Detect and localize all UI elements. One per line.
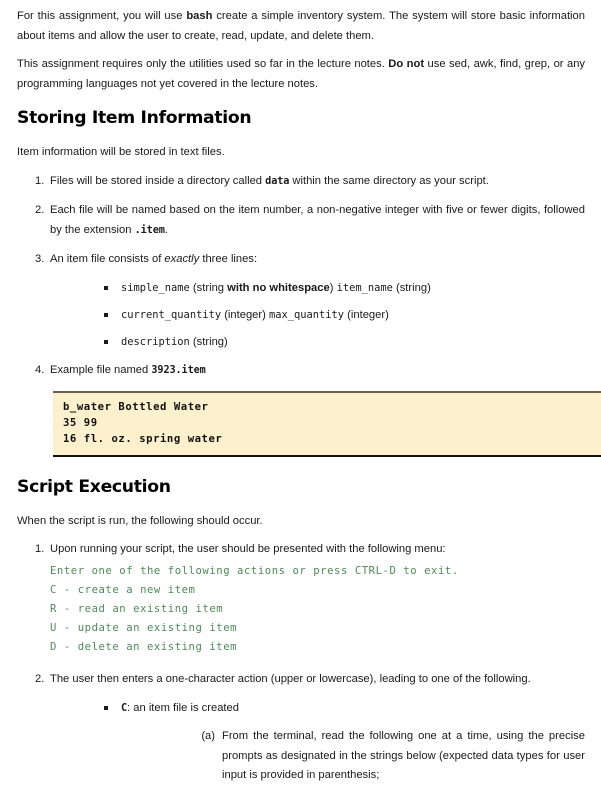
item-3-post: three lines: bbox=[199, 253, 258, 265]
section-heading-storing-item-information: Storing Item Information bbox=[17, 108, 252, 128]
list-item-2-body: Each file will be named based on the ite… bbox=[50, 201, 585, 240]
create-step-a: (a) From the terminal, read the followin… bbox=[121, 727, 585, 786]
file-line-1-text: simple_name (string with no whitespace) … bbox=[121, 282, 431, 294]
action-bullet-create: C: an item file is created (a) From the … bbox=[50, 699, 585, 786]
square-bullet-icon bbox=[104, 285, 108, 290]
square-bullet-icon bbox=[104, 706, 108, 711]
file-line-bullet-quantities: current_quantity (integer) max_quantity … bbox=[50, 306, 585, 324]
item-3-pre: An item file consists of bbox=[50, 253, 165, 265]
exec-item-2-text: The user then enters a one-character act… bbox=[50, 672, 531, 685]
list-marker-3: 3. bbox=[35, 253, 45, 265]
list-item-1: 1. Files will be stored inside a directo… bbox=[17, 172, 585, 192]
section-heading-script-execution: Script Execution bbox=[17, 476, 171, 497]
code-description: description bbox=[121, 335, 190, 348]
square-bullet-icon bbox=[104, 339, 108, 344]
list-item-1-body: Files will be stored inside a directory … bbox=[50, 172, 585, 192]
item-1-post: within the same directory as your script… bbox=[289, 174, 489, 187]
code-line-3: 16 fl. oz. spring water bbox=[63, 433, 223, 446]
file-line-2-text: current_quantity (integer) max_quantity … bbox=[121, 309, 389, 321]
list-item-4: 4. Example file named 3923.item bbox=[17, 361, 585, 381]
inline-code-example-filename: 3923.item bbox=[151, 364, 206, 376]
list-item-3-body: An item file consists of exactly three l… bbox=[50, 250, 585, 270]
action-create-text: C: an item file is created bbox=[121, 702, 239, 714]
create-step-a-text: From the terminal, read the following on… bbox=[222, 730, 585, 782]
item-2-pre: Each file will be named based on the ite… bbox=[50, 204, 585, 236]
item-4-pre: Example file named bbox=[50, 363, 152, 376]
menu-line-delete: D - delete an existing item bbox=[50, 641, 238, 654]
exactly-emphasis: exactly bbox=[164, 253, 200, 265]
storing-item-information-list: 1. Files will be stored inside a directo… bbox=[17, 172, 585, 381]
example-file-code-block: b_water Bottled Water 35 99 16 fl. oz. s… bbox=[53, 391, 601, 457]
square-bullet-icon bbox=[104, 312, 108, 317]
exec-list-marker-2: 2. bbox=[35, 672, 45, 685]
code-max-quantity: max_quantity bbox=[268, 308, 345, 321]
menu-line-prompt: Enter one of the following actions or pr… bbox=[50, 564, 459, 577]
intro-2-seg-0: This assignment requires only the utilit… bbox=[17, 58, 389, 70]
inline-code-data: data bbox=[265, 175, 290, 187]
item-1-pre: Files will be stored inside a directory … bbox=[50, 174, 266, 187]
file-line-3-text: description (string) bbox=[121, 336, 228, 348]
file-line-bullet-simple-name: simple_name (string with no whitespace) … bbox=[50, 279, 585, 297]
file-line-2-p3: (integer) bbox=[344, 308, 389, 321]
exec-item-1-text: Upon running your script, the user shoul… bbox=[50, 543, 446, 556]
code-simple-name: simple_name bbox=[121, 281, 190, 294]
do-not-emphasis: Do not bbox=[388, 58, 425, 70]
inline-code-item-extension: .item bbox=[134, 224, 165, 236]
script-execution-list-continued: 2. The user then enters a one-character … bbox=[17, 670, 585, 786]
code-line-2: 35 99 bbox=[63, 417, 98, 430]
section2-lead-text: When the script is run, the following sh… bbox=[17, 514, 263, 527]
file-line-1-p3: ) bbox=[329, 281, 337, 294]
list-marker-2: 2. bbox=[35, 204, 45, 216]
item-2-post: . bbox=[164, 223, 168, 236]
document-page: For this assignment, you will use bash c… bbox=[0, 0, 601, 786]
code-current-quantity: current_quantity bbox=[121, 308, 222, 321]
terminal-menu-output: Enter one of the following actions or pr… bbox=[50, 562, 585, 658]
code-item-name: item_name bbox=[336, 281, 393, 294]
item-file-line-list: simple_name (string with no whitespace) … bbox=[50, 279, 585, 351]
code-line-1: b_water Bottled Water bbox=[63, 401, 209, 413]
list-item-4-body: Example file named 3923.item bbox=[50, 361, 585, 381]
intro-paragraph-1: For this assignment, you will use bash c… bbox=[17, 7, 585, 46]
list-marker-1: 1. bbox=[35, 174, 45, 187]
list-marker-4: 4. bbox=[35, 363, 45, 376]
intro-1-seg-0: For this assignment, you will use bbox=[17, 10, 187, 22]
file-line-1-p5: (string) bbox=[392, 281, 431, 294]
menu-line-create: C - create a new item bbox=[50, 583, 196, 596]
action-create-desc: : an item file is created bbox=[127, 702, 239, 715]
file-line-3-p1: (string) bbox=[189, 335, 228, 348]
exec-list-marker-1: 1. bbox=[35, 543, 45, 556]
action-outcome-list: C: an item file is created (a) From the … bbox=[50, 699, 585, 786]
file-line-2-p1: (integer) bbox=[221, 308, 269, 321]
list-item-2: 2. Each file will be named based on the … bbox=[17, 201, 585, 240]
file-line-1-p1: (string bbox=[189, 281, 228, 294]
intro-paragraph-2: This assignment requires only the utilit… bbox=[17, 55, 585, 94]
create-step-marker-a: (a) bbox=[201, 730, 215, 743]
no-whitespace-emphasis: with no whitespace bbox=[227, 281, 330, 294]
file-line-bullet-description: description (string) bbox=[50, 333, 585, 351]
section1-lead-text: Item information will be stored in text … bbox=[17, 146, 225, 158]
exec-list-item-2: 2. The user then enters a one-character … bbox=[17, 670, 585, 786]
script-execution-list: 1. Upon running your script, the user sh… bbox=[17, 540, 585, 560]
bash-keyword: bash bbox=[186, 10, 213, 22]
menu-line-read: R - read an existing item bbox=[50, 603, 224, 616]
create-steps-list: (a) From the terminal, read the followin… bbox=[121, 727, 585, 786]
menu-line-update: U - update an existing item bbox=[50, 622, 238, 635]
exec-list-item-1: 1. Upon running your script, the user sh… bbox=[17, 540, 585, 560]
list-item-3: 3. An item file consists of exactly thre… bbox=[17, 250, 585, 351]
